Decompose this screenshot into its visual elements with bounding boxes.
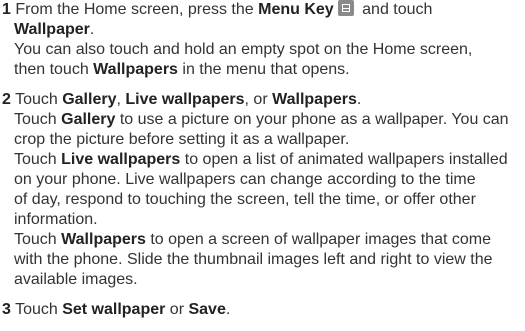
live-desc-line-4: information. xyxy=(14,211,98,228)
menu-key-label: Menu Key xyxy=(258,1,334,18)
step-number: 3 xyxy=(2,301,11,318)
step-3: 3 Touch Set wallpaper or Save. xyxy=(2,300,522,320)
gallery-option: Gallery xyxy=(62,91,117,108)
menu-key-icon xyxy=(337,0,354,16)
wallpapers-option: Wallpapers xyxy=(272,91,357,108)
gallery-desc-line-2: crop the picture before setting it as a … xyxy=(14,131,350,148)
wallpapers-label: Wallpapers xyxy=(93,61,178,78)
wallpapers-desc-line-1: Touch Wallpapers to open a screen of wal… xyxy=(14,231,491,248)
live-desc-line-1: Touch Live wallpapers to open a list of … xyxy=(14,151,508,168)
instruction-document: 1 From the Home screen, press the Menu K… xyxy=(2,0,522,320)
wallpapers-desc-line-3: available images. xyxy=(14,271,138,288)
wallpaper-label: Wallpaper xyxy=(14,21,90,38)
step-1-note-line-2: then touch Wallpapers in the menu that o… xyxy=(14,61,350,78)
step-1-note-line-1: You can also touch and hold an empty spo… xyxy=(14,41,473,58)
step-2: 2 Touch Gallery, Live wallpapers, or Wal… xyxy=(2,90,522,290)
live-desc-line-2: on your phone. Live wallpapers can chang… xyxy=(14,171,476,188)
step-2-line-1: 2 Touch Gallery, Live wallpapers, or Wal… xyxy=(2,91,362,108)
live-wallpapers-option: Live wallpapers xyxy=(125,91,245,108)
gallery-desc-line-1: Touch Gallery to use a picture on your p… xyxy=(14,111,509,128)
wallpapers-desc-line-2: with the phone. Slide the thumbnail imag… xyxy=(14,251,493,268)
set-wallpaper-option: Set wallpaper xyxy=(62,301,166,318)
step-number: 1 xyxy=(2,1,11,18)
step-1-line-2: Wallpaper. xyxy=(14,21,95,38)
step-1: 1 From the Home screen, press the Menu K… xyxy=(2,0,522,80)
live-desc-line-3: of day, respond to touching the screen, … xyxy=(14,191,476,208)
step-3-line-1: 3 Touch Set wallpaper or Save. xyxy=(2,301,231,318)
step-number: 2 xyxy=(2,91,11,108)
save-option: Save xyxy=(188,301,226,318)
step-1-line-1: 1 From the Home screen, press the Menu K… xyxy=(2,0,433,18)
